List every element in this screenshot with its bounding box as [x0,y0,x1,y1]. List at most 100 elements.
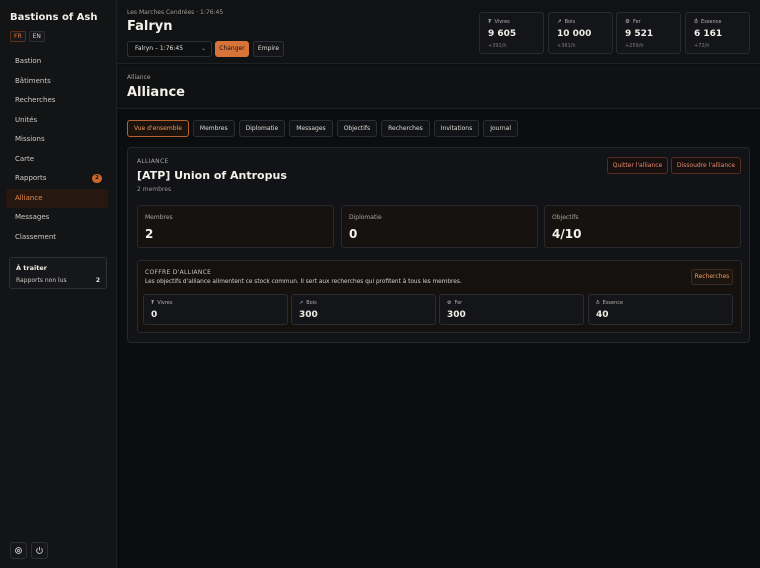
sidebar-item-label: Carte [15,154,35,163]
change-city-button[interactable]: Changer [215,41,249,57]
stat-value: 0 [349,227,358,241]
resource-card-essence: ♁ Essence 6 161 +72/h [685,12,750,54]
tab-invitations[interactable]: Invitations [433,120,480,137]
stat-label: Membres [145,214,173,221]
sidebar-item-rapports[interactable]: Rapports 2 [6,169,108,189]
sidebar-item-label: Classement [15,232,57,241]
page-header: Alliance Alliance [117,65,760,109]
todo-panel: À traiter Rapports non lus 2 [9,257,107,289]
sidebar-item-label: Unités [15,115,38,124]
essence-icon: ♁ [596,300,600,306]
tab-diplomacy[interactable]: Diplomatie [238,120,286,137]
resource-rate: +361/h [557,43,576,49]
vault-resource-fer: ⚙ Fer 300 [439,294,584,325]
resource-card-fer: ⚙ Fer 9 521 +259/h [616,12,681,54]
vault-resource-value: 0 [151,310,158,320]
resource-rate: +259/h [625,43,644,49]
todo-unread-reports[interactable]: Rapports non lus 2 [16,277,100,284]
sidebar-item-bastion[interactable]: Bastion [6,52,108,72]
vault-title: COFFRE D'ALLIANCE [145,269,212,276]
essence-icon: ♁ [694,19,699,25]
lang-fr-button[interactable]: FR [10,31,26,42]
sidebar-item-label: Missions [15,135,45,143]
vault-research-button[interactable]: Recherches [691,269,733,285]
todo-title: À traiter [16,264,47,272]
sidebar-item-classement[interactable]: Classement [6,228,108,248]
tab-overview[interactable]: Vue d'ensemble [127,120,189,137]
resource-value: 6 161 [694,29,723,39]
sidebar-item-missions[interactable]: Missions [6,130,108,150]
todo-row-label: Rapports non lus [16,277,67,284]
tab-members[interactable]: Membres [192,120,235,137]
sidebar-item-label: Alliance [15,193,43,202]
stat-label: Objectifs [552,214,579,221]
sidebar-item-label: Messages [15,213,50,221]
vault-resource-name: Vivres [157,300,173,306]
breadcrumb: Les Marches Cendrées · 1:76:45 [127,9,224,16]
alliance-vault: COFFRE D'ALLIANCE Les objectifs d'allian… [137,260,742,333]
iron-icon: ⚙ [625,19,630,25]
tab-objectives[interactable]: Objectifs [336,120,378,137]
vault-resource-name: Bois [306,300,317,306]
vault-resource-bois: ↗ Bois 300 [291,294,436,325]
iron-icon: ⚙ [447,300,452,306]
resource-value: 9 521 [625,29,654,39]
power-icon [36,546,43,554]
vault-resource-value: 40 [596,310,609,320]
lang-en-button[interactable]: EN [28,31,45,42]
tab-research[interactable]: Recherches [381,120,430,137]
stat-value: 4/10 [552,227,582,241]
sidebar-item-alliance[interactable]: Alliance [6,188,108,208]
resource-rate: +72/h [694,43,710,49]
resource-card-bois: ↗ Bois 10 000 +361/h [548,12,613,54]
alliance-kicker: ALLIANCE [137,158,169,165]
sidebar-item-unites[interactable]: Unités [6,111,108,131]
settings-button[interactable] [10,542,27,559]
leave-alliance-button[interactable]: Quitter l'alliance [607,157,668,174]
tab-journal[interactable]: Journal [483,120,518,137]
resource-name: Fer [632,19,641,25]
sidebar: Bastions of Ash FR EN Bastion Bâtiments … [0,0,117,568]
alliance-tabs: Vue d'ensemble Membres Diplomatie Messag… [127,120,522,137]
empire-button[interactable]: Empire [253,41,284,57]
resource-name: Essence [701,19,722,25]
brand-title: Bastions of Ash [10,12,98,23]
alliance-member-count: 2 membres [137,186,172,193]
resource-value: 10 000 [557,29,592,39]
sidebar-item-messages[interactable]: Messages [6,208,108,228]
vault-resource-value: 300 [447,310,466,320]
city-title: Falryn [127,19,173,34]
city-select[interactable]: Falryn – 1:76:45 ⌄ [127,41,212,57]
wood-icon: ↗ [557,19,562,25]
resource-value: 9 605 [488,29,517,39]
settings-icon [15,547,22,554]
sidebar-item-label: Bastion [15,57,42,65]
tab-messages[interactable]: Messages [289,120,333,137]
wheat-icon: ₮ [488,19,492,25]
sidebar-item-carte[interactable]: Carte [6,150,108,170]
stat-card-members: Membres 2 [137,205,334,248]
alliance-overview-panel: ALLIANCE [ATP] Union of Antropus 2 membr… [127,147,750,343]
vault-resource-name: Fer [454,300,463,306]
sidebar-nav: Bastion Bâtiments Recherches Unités Miss… [6,52,108,247]
unread-count-badge: 2 [92,174,102,183]
logout-button[interactable] [31,542,48,559]
sidebar-item-label: Rapports [15,174,47,182]
vault-resource-name: Essence [602,300,624,306]
todo-row-count: 2 [95,277,100,284]
resource-card-vivres: ₮ Vivres 9 605 +391/h [479,12,544,54]
stat-card-objectives: Objectifs 4/10 [544,205,741,248]
vault-description: Les objectifs d'alliance alimentent ce s… [145,279,462,285]
stat-card-diplomacy: Diplomatie 0 [341,205,538,248]
language-switcher: FR EN [10,31,45,42]
page-kicker: Alliance [127,74,151,81]
sidebar-item-recherches[interactable]: Recherches [6,91,108,111]
resource-name: Vivres [494,19,510,25]
wood-icon: ↗ [299,300,304,306]
stat-value: 2 [145,227,154,241]
vault-resource-value: 300 [299,310,318,320]
page-title: Alliance [127,85,185,100]
sidebar-item-batiments[interactable]: Bâtiments [6,72,108,92]
sidebar-item-label: Bâtiments [15,76,51,85]
dissolve-alliance-button[interactable]: Dissoudre l'alliance [671,157,741,174]
